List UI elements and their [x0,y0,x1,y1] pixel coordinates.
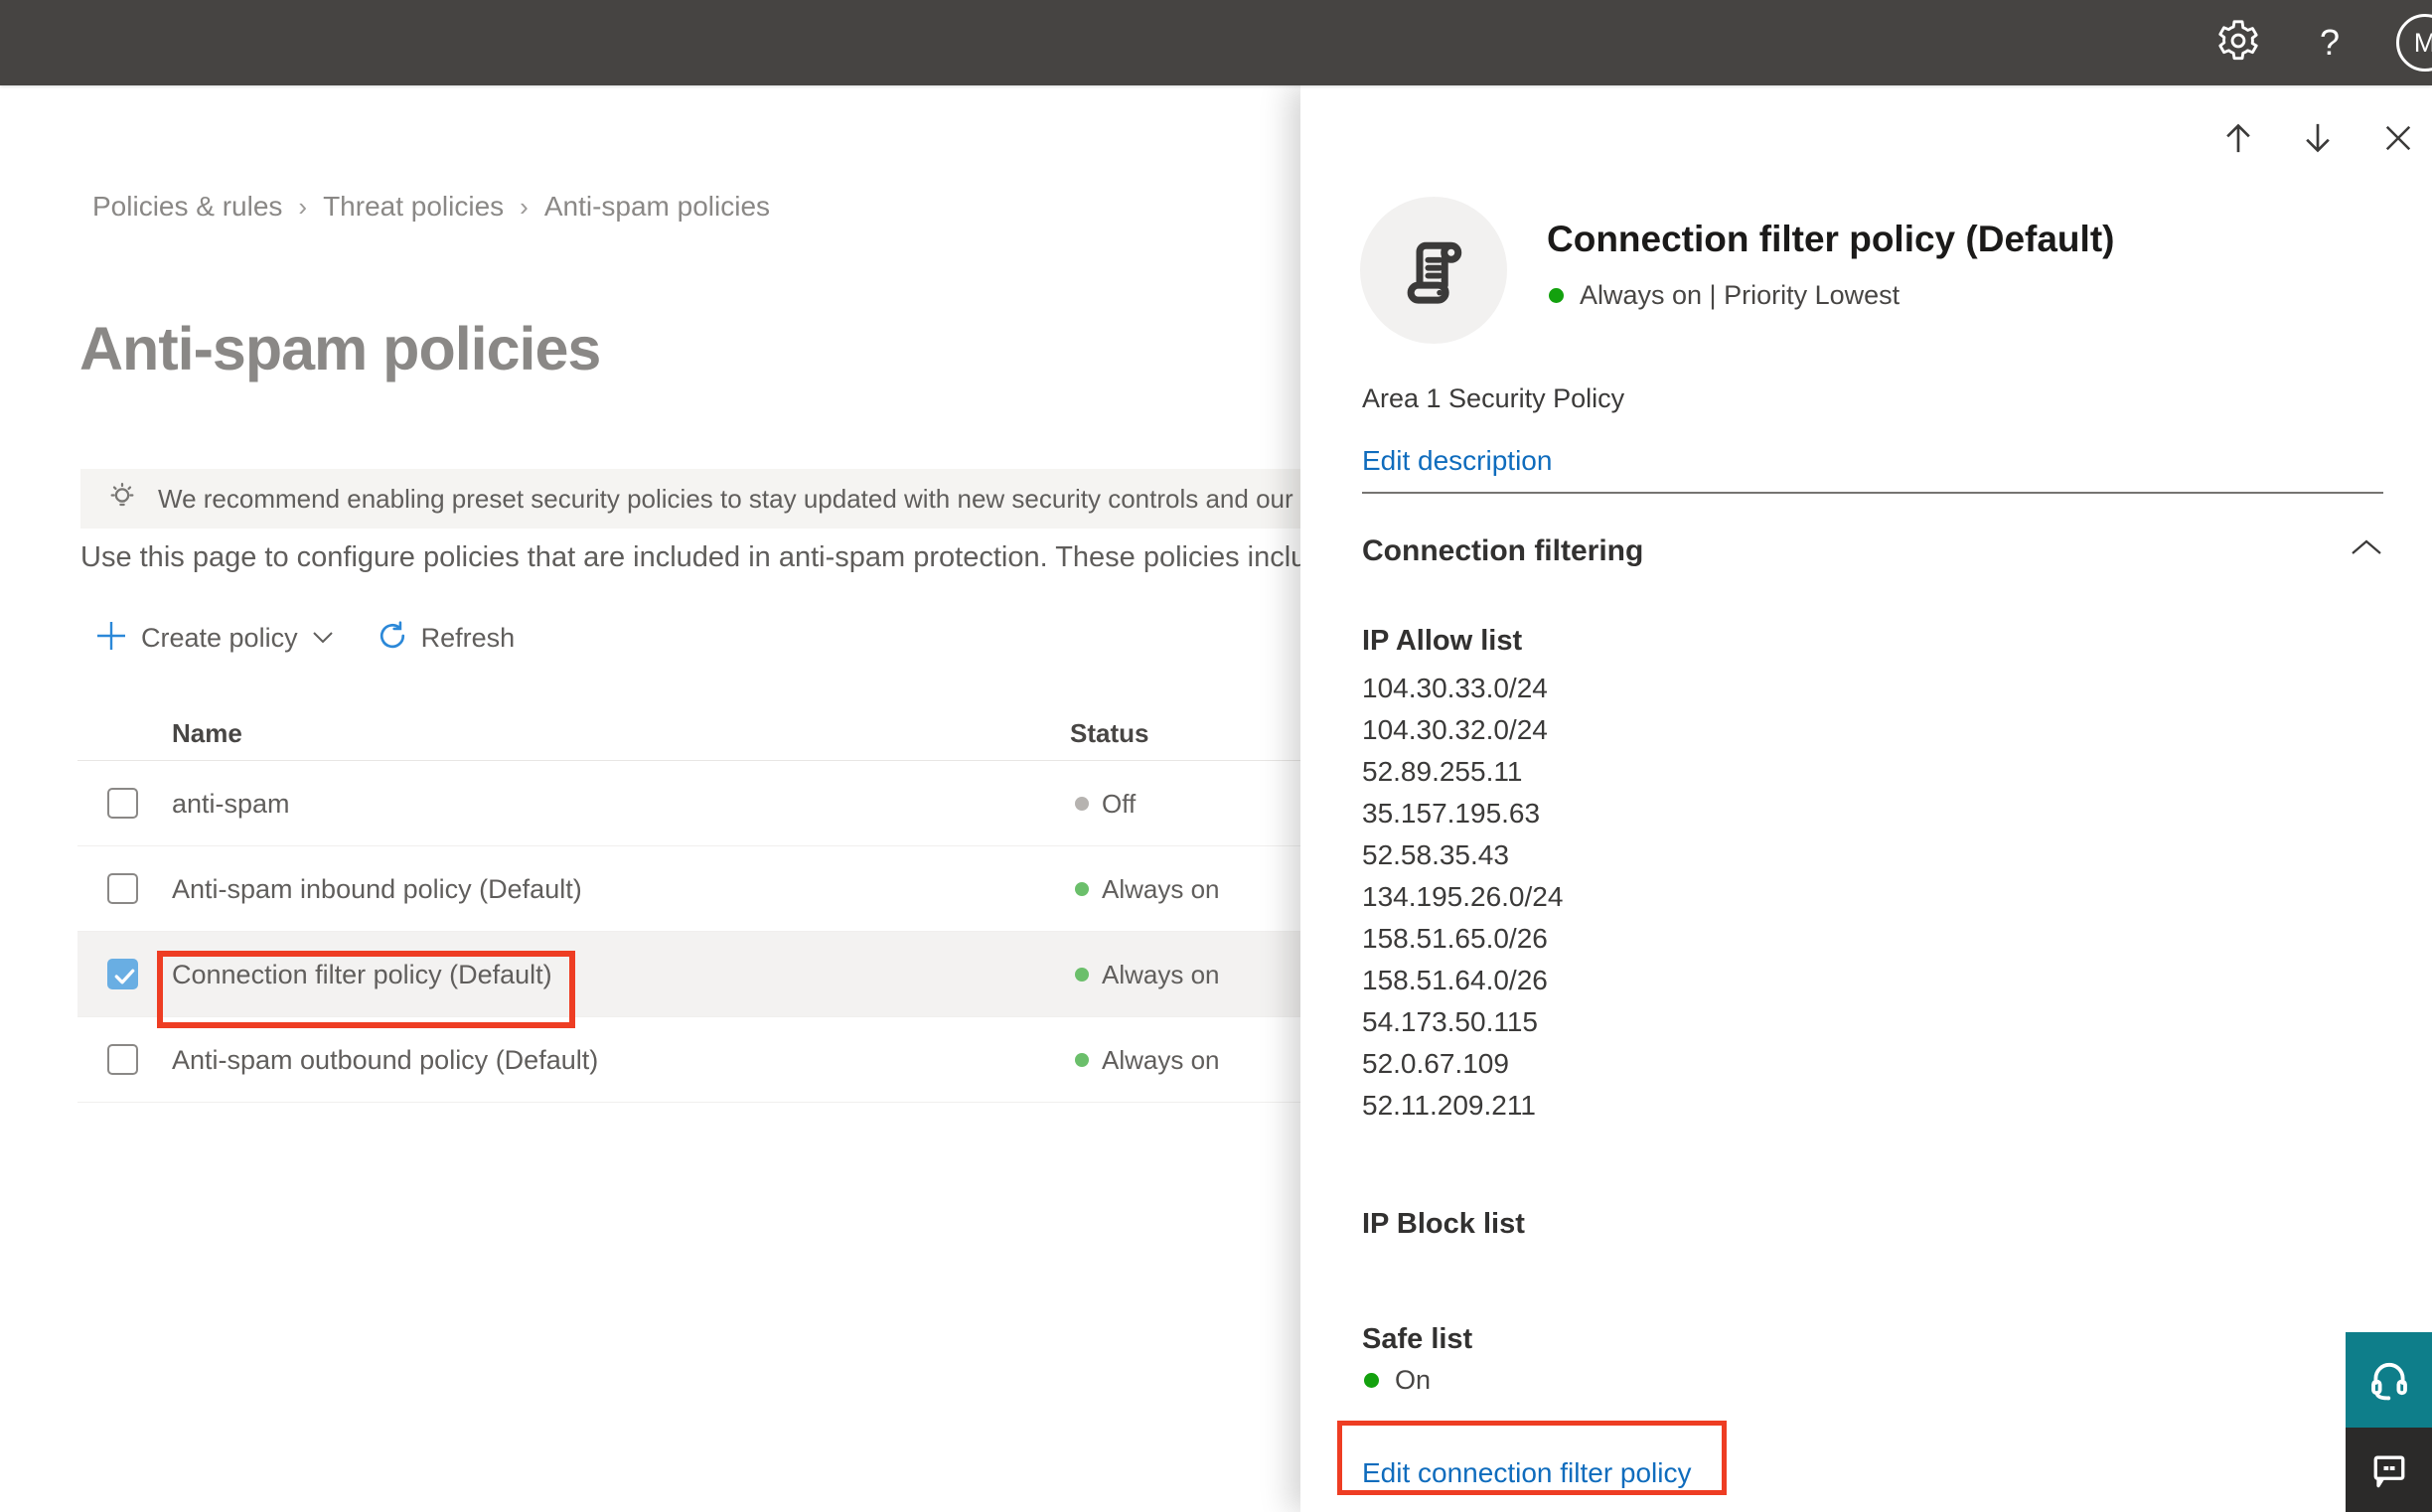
ip-block-list-title: IP Block list [1362,1208,1525,1240]
row-checkbox[interactable] [107,873,138,904]
safe-list-status: On [1364,1365,1431,1396]
app-window: ? M Policies & rules › Threat policies ›… [0,0,2432,1512]
status-dot-green [1364,1373,1379,1388]
ip-allow-list-title: IP Allow list [1362,625,1523,657]
move-up-button[interactable] [2218,118,2258,158]
help-button[interactable]: ? [2305,18,2355,68]
create-policy-button[interactable]: Create policy [93,618,334,659]
settings-button[interactable] [2213,18,2263,68]
support-button[interactable] [2346,1332,2432,1428]
status-cell: Always on [1075,846,1220,932]
recommendation-banner: We recommend enabling preset security po… [80,469,1332,529]
status-label: Always on [1102,873,1220,904]
panel-divider [1362,492,2383,494]
chevron-right-icon: › [298,191,308,222]
column-header-status[interactable]: Status [1070,718,1148,749]
column-header-name[interactable]: Name [172,718,242,749]
status-cell: Always on [1075,932,1220,1017]
policy-icon-badge [1360,197,1507,344]
status-label: Off [1102,788,1137,819]
page-description: Use this page to configure policies that… [80,541,1339,573]
top-bar: ? M [0,0,2432,85]
breadcrumb: Policies & rules › Threat policies › Ant… [92,191,770,223]
page-title: Anti-spam policies [79,315,601,382]
safe-list-title: Safe list [1362,1323,1473,1355]
avatar-initial: M [2413,27,2432,58]
edit-connection-filter-policy-link[interactable]: Edit connection filter policy [1362,1457,1692,1489]
ip-allow-item: 52.0.67.109 [1362,1048,1509,1079]
policy-details-panel: Connection filter policy (Default) Alway… [1300,85,2432,1512]
feedback-button[interactable] [2346,1428,2432,1512]
breadcrumb-threat-policies[interactable]: Threat policies [323,191,504,223]
status-label: Always on [1102,1044,1220,1075]
policy-scroll-icon [1407,241,1462,304]
status-cell: Off [1075,761,1136,846]
ip-allow-item: 134.195.26.0/24 [1362,881,1564,912]
breadcrumb-anti-spam-policies[interactable]: Anti-spam policies [544,191,770,223]
refresh-button[interactable]: Refresh [376,619,516,658]
plus-icon [93,618,129,659]
ip-allow-item: 158.51.65.0/26 [1362,923,1548,954]
ip-allow-item: 158.51.64.0/26 [1362,965,1548,995]
panel-title: Connection filter policy (Default) [1547,219,2115,259]
ip-allow-list: 104.30.33.0/24 104.30.32.0/24 52.89.255.… [1362,668,1563,1127]
create-policy-label: Create policy [141,622,298,653]
account-avatar[interactable]: M [2396,14,2432,72]
status-dot-on [1075,882,1089,896]
status-dot-on [1075,1053,1089,1067]
policy-name[interactable]: anti-spam [172,761,290,846]
help-icon: ? [2319,22,2341,63]
arrow-up-icon [2226,123,2250,153]
banner-text: We recommend enabling preset security po… [158,483,1332,514]
policy-name[interactable]: Connection filter policy (Default) [172,932,552,1017]
chevron-right-icon: › [520,191,529,222]
row-checkbox-checked[interactable] [107,959,138,989]
safe-list-status-text: On [1395,1365,1432,1395]
close-icon [2385,125,2411,151]
collapse-section-button[interactable] [2350,537,2383,562]
ip-allow-item: 35.157.195.63 [1362,798,1541,829]
ip-allow-item: 104.30.32.0/24 [1362,714,1548,745]
feedback-chat-icon [2373,1455,2404,1487]
move-down-button[interactable] [2298,118,2338,158]
panel-status-line: Always on | Priority Lowest [1549,280,1900,311]
chevron-down-icon [312,630,334,651]
checkmark-icon [114,969,135,984]
refresh-label: Refresh [420,622,516,653]
ip-allow-item: 54.173.50.115 [1362,1006,1538,1037]
list-toolbar: Create policy Refresh [93,614,515,662]
ip-allow-item: 52.89.255.11 [1362,756,1523,787]
top-bar-actions: ? M [2213,0,2432,85]
connection-filtering-header: Connection filtering [1362,534,1644,567]
chevron-up-icon [2352,539,2381,554]
policy-name[interactable]: Anti-spam outbound policy (Default) [172,1017,598,1103]
breadcrumb-policies-rules[interactable]: Policies & rules [92,191,282,223]
row-checkbox[interactable] [107,1044,138,1075]
refresh-icon [376,619,409,658]
panel-status-text: Always on | Priority Lowest [1580,280,1900,310]
edit-description-link[interactable]: Edit description [1362,445,1552,477]
ip-allow-item: 104.30.33.0/24 [1362,673,1548,703]
status-dot-off [1075,797,1089,811]
arrow-down-icon [2306,123,2330,153]
ip-allow-item: 52.11.209.211 [1362,1090,1536,1121]
policy-description: Area 1 Security Policy [1362,383,1625,413]
ip-allow-item: 52.58.35.43 [1362,839,1509,870]
status-label: Always on [1102,959,1220,989]
row-checkbox[interactable] [107,788,138,819]
headset-icon [2370,1362,2407,1401]
lightbulb-icon [104,479,140,520]
status-dot-on [1075,968,1089,982]
policy-name[interactable]: Anti-spam inbound policy (Default) [172,846,582,932]
gear-icon [2215,18,2261,69]
close-panel-button[interactable] [2378,118,2418,158]
status-dot-green [1549,288,1564,303]
status-cell: Always on [1075,1017,1220,1103]
